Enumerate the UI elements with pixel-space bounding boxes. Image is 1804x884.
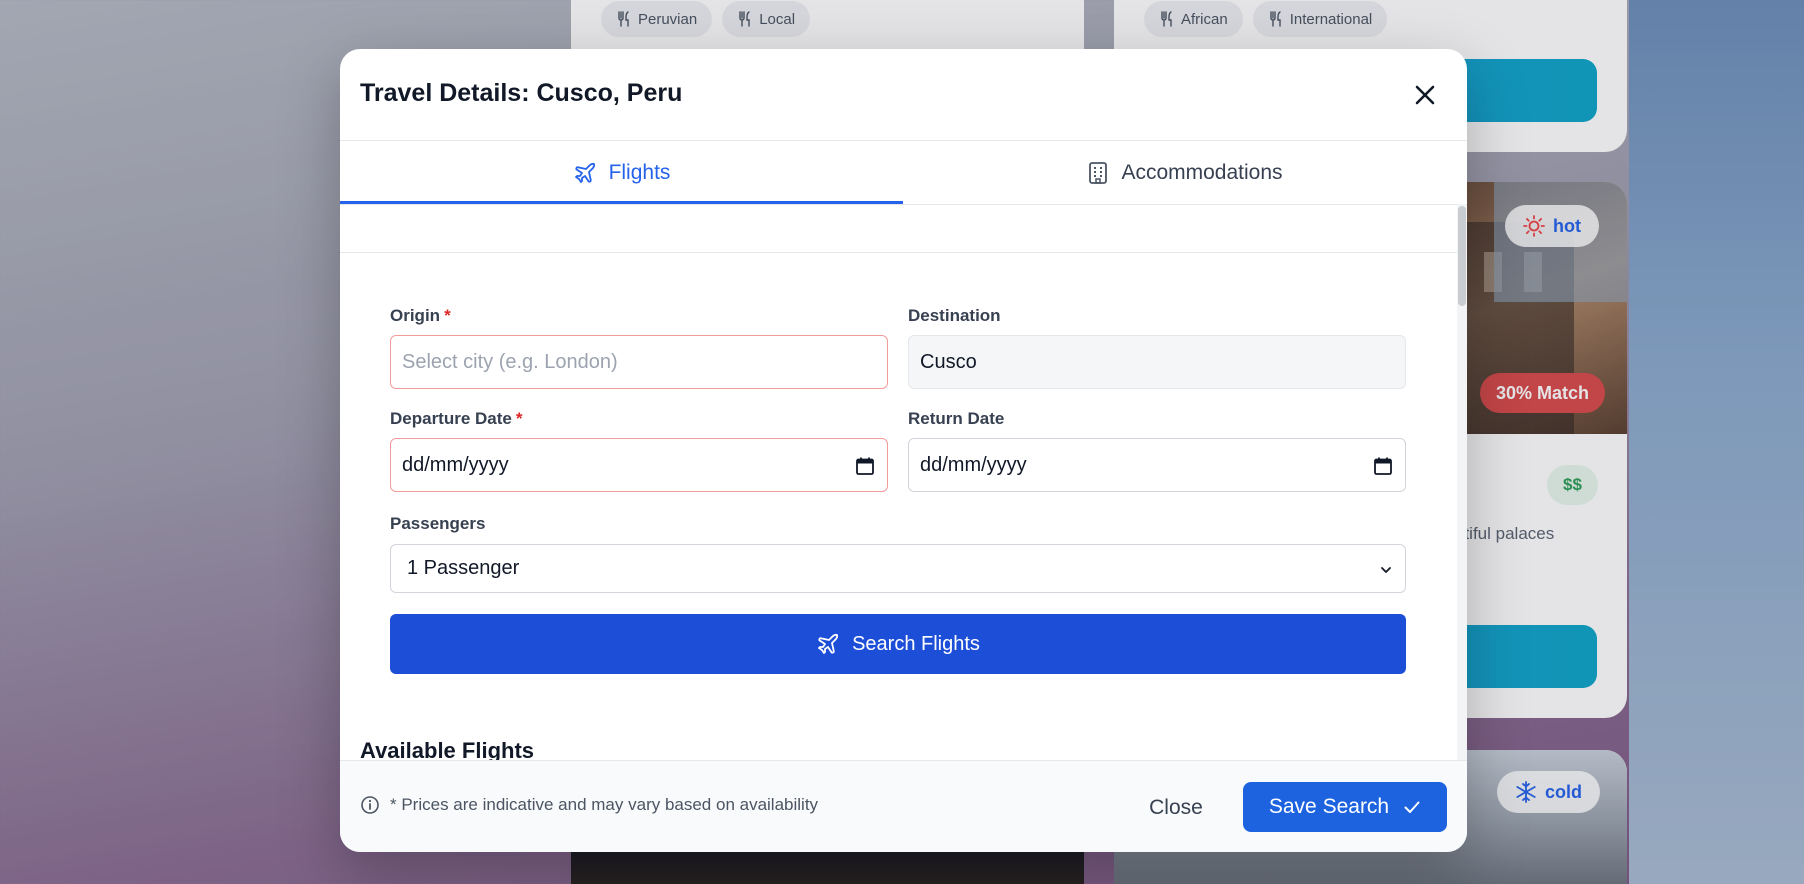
modal-scrollbar[interactable]	[1457, 204, 1467, 809]
close-button[interactable]: Close	[1131, 784, 1221, 832]
search-flights-button[interactable]: Search Flights	[390, 614, 1406, 674]
departure-date-label: Departure Date *	[390, 409, 523, 428]
save-search-label: Save Search	[1268, 795, 1390, 818]
check-icon	[1404, 801, 1420, 813]
modal-footer: * Prices are indicative and may vary bas…	[340, 760, 1467, 852]
origin-placeholder: Select city (e.g. London)	[402, 350, 618, 373]
travel-details-modal: Travel Details: Cusco, Peru Flights Acco…	[340, 49, 1467, 852]
building-icon	[1089, 161, 1108, 184]
modal-body[interactable]: Origin * Select city (e.g. London) Destin…	[340, 204, 1467, 809]
price-disclaimer: * Prices are indicative and may vary bas…	[360, 795, 818, 815]
modal-header: Travel Details: Cusco, Peru	[340, 49, 1467, 141]
disclaimer-text: * Prices are indicative and may vary bas…	[390, 795, 819, 814]
close-icon	[1415, 85, 1435, 105]
departure-date-value: dd/mm/yyyy	[402, 453, 509, 476]
tab-label: Accommodations	[1121, 160, 1283, 184]
search-flights-label: Search Flights	[852, 632, 980, 655]
origin-label: Origin *	[390, 306, 451, 325]
passengers-select[interactable]: 1 Passenger	[390, 544, 1406, 593]
plane-icon	[574, 162, 595, 183]
calendar-icon[interactable]	[855, 456, 875, 476]
chevron-down-icon	[1381, 567, 1391, 573]
passengers-label: Passengers	[390, 514, 486, 533]
origin-input[interactable]: Select city (e.g. London)	[390, 335, 888, 389]
destination-label: Destination	[908, 306, 1001, 325]
tab-accommodations[interactable]: Accommodations	[903, 141, 1467, 204]
departure-date-input[interactable]: dd/mm/yyyy	[390, 438, 888, 492]
scrollbar-thumb[interactable]	[1458, 206, 1466, 306]
calendar-icon[interactable]	[1373, 456, 1393, 476]
tab-flights[interactable]: Flights	[340, 141, 903, 204]
passengers-value: 1 Passenger	[407, 557, 520, 579]
return-date-value: dd/mm/yyyy	[920, 453, 1027, 476]
tab-label: Flights	[608, 160, 671, 184]
plane-icon	[818, 633, 839, 654]
return-date-label: Return Date	[908, 409, 1005, 428]
modal-title: Travel Details: Cusco, Peru	[360, 79, 683, 107]
save-search-button[interactable]: Save Search	[1243, 782, 1447, 832]
destination-input: Cusco	[908, 335, 1406, 389]
info-icon	[361, 796, 379, 814]
destination-value: Cusco	[920, 350, 977, 373]
required-marker: *	[515, 409, 523, 428]
required-marker: *	[444, 306, 451, 325]
return-date-input[interactable]: dd/mm/yyyy	[908, 438, 1406, 492]
close-modal-button[interactable]	[1407, 77, 1443, 113]
